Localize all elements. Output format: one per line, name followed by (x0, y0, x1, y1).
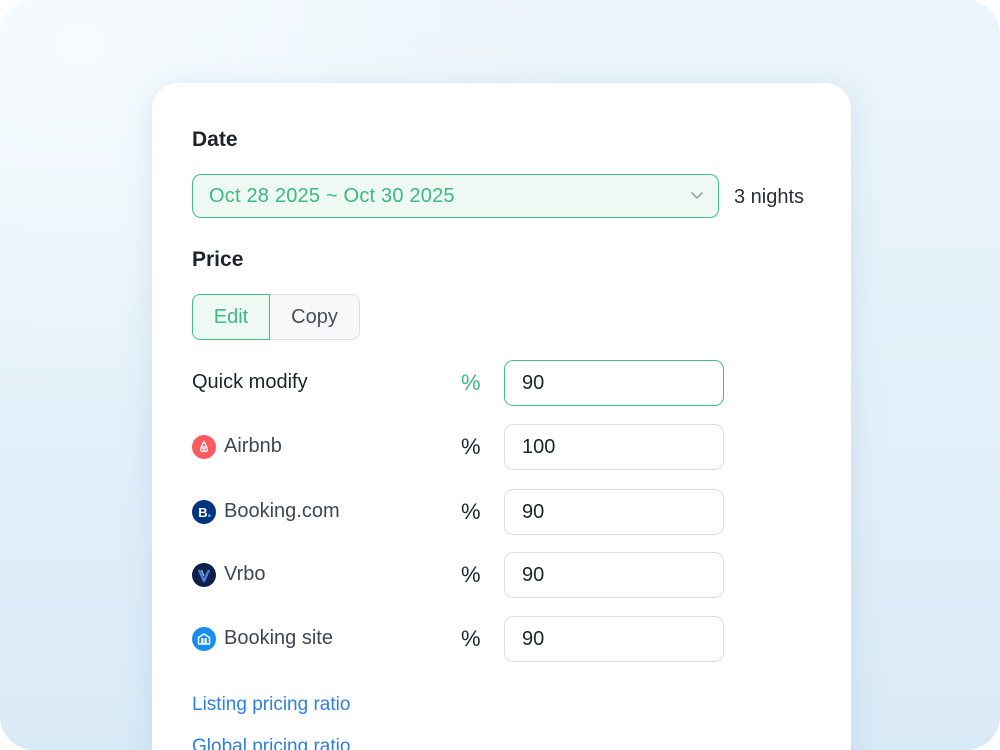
channel-row-airbnb: Airbnb % (192, 424, 732, 470)
edit-tab[interactable]: Edit (192, 294, 270, 340)
date-range-value: Oct 28 2025 ~ Oct 30 2025 (209, 184, 455, 207)
airbnb-logo-icon (192, 435, 216, 459)
date-range-select[interactable]: Oct 28 2025 ~ Oct 30 2025 (192, 174, 719, 218)
listing-pricing-ratio-link[interactable]: Listing pricing ratio (192, 694, 350, 716)
date-section-title: Date (192, 128, 238, 151)
percent-unit: % (461, 499, 481, 524)
quick-modify-label: Quick modify (192, 371, 308, 393)
channel-row-booking-com: B Booking.com % (192, 489, 732, 535)
svg-text:B: B (198, 505, 207, 520)
airbnb-ratio-input[interactable] (504, 424, 724, 470)
channel-name: Airbnb (224, 435, 282, 457)
percent-unit: % (461, 626, 481, 651)
channel-name: Booking.com (224, 500, 340, 522)
percent-unit: % (461, 562, 481, 587)
quick-modify-row: Quick modify % (192, 360, 732, 406)
channel-name: Booking site (224, 627, 333, 649)
pricing-card: Date Oct 28 2025 ~ Oct 30 2025 3 nights … (152, 83, 851, 750)
channel-row-booking-site: Booking site % (192, 616, 732, 662)
price-section-title: Price (192, 248, 244, 271)
global-pricing-ratio-link[interactable]: Global pricing ratio (192, 736, 350, 750)
page-background: Date Oct 28 2025 ~ Oct 30 2025 3 nights … (0, 0, 1000, 750)
percent-unit: % (461, 370, 481, 395)
vrbo-logo-icon (192, 563, 216, 587)
price-mode-toggle: Edit Copy (192, 294, 360, 340)
channel-row-vrbo: Vrbo % (192, 552, 732, 598)
quick-modify-input[interactable] (504, 360, 724, 406)
copy-tab[interactable]: Copy (270, 294, 360, 340)
channel-name: Vrbo (224, 563, 266, 585)
booking-com-logo-icon: B (192, 500, 216, 524)
nights-count: 3 nights (734, 186, 805, 208)
percent-unit: % (461, 434, 481, 459)
booking-site-logo-icon (192, 627, 216, 651)
chevron-down-icon (691, 192, 703, 199)
booking-com-ratio-input[interactable] (504, 489, 724, 535)
booking-site-ratio-input[interactable] (504, 616, 724, 662)
vrbo-ratio-input[interactable] (504, 552, 724, 598)
